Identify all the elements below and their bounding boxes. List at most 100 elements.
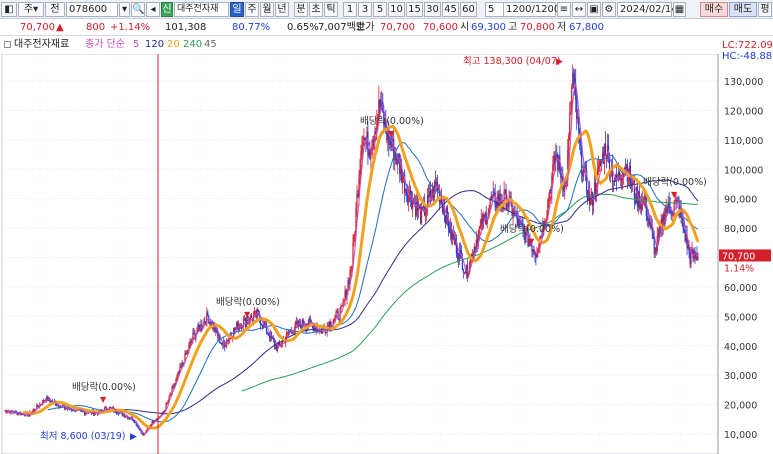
candle-body bbox=[93, 413, 96, 415]
candle-body bbox=[353, 235, 355, 243]
legend-ma45: 45 bbox=[204, 39, 217, 50]
candle-body bbox=[360, 151, 362, 170]
interval-30[interactable]: 30 bbox=[424, 2, 441, 17]
turnover-rate: 0.65% bbox=[287, 22, 319, 33]
candle-body bbox=[74, 411, 77, 413]
volume-ratio: 80.77% bbox=[232, 22, 271, 33]
y-tick-label: 10,000 bbox=[724, 430, 757, 441]
candle-body bbox=[552, 164, 554, 176]
volume: 101,308 bbox=[165, 22, 207, 33]
candle-body bbox=[456, 253, 458, 256]
candle-body bbox=[190, 341, 192, 343]
period-week[interactable]: 주 bbox=[245, 2, 259, 17]
candle-body bbox=[359, 169, 361, 179]
high-label: 고 bbox=[508, 22, 518, 33]
candle-body bbox=[379, 99, 381, 106]
dividend-annotation: 배당락(0.00%) bbox=[72, 381, 136, 393]
fit-icon[interactable]: ↔ bbox=[572, 2, 586, 17]
count-input[interactable]: 1200/1200 bbox=[503, 2, 560, 17]
candle-body bbox=[325, 332, 327, 334]
interval-5[interactable]: 5 bbox=[373, 2, 387, 17]
buy-button[interactable]: 매수 bbox=[700, 2, 728, 17]
period-second[interactable]: 초 bbox=[309, 2, 323, 17]
split-icon[interactable]: ≡ bbox=[557, 2, 571, 17]
period-year[interactable]: 년 bbox=[275, 2, 289, 17]
last-price-label: 70,700 bbox=[722, 251, 755, 262]
candle-body bbox=[627, 179, 630, 182]
candle-body bbox=[597, 166, 600, 170]
dividend-arrow-icon: ▼ bbox=[100, 395, 107, 404]
toolbar: ◧ 주▾ 전 078600 ▾ 🔍 ◂ 신 대주전자재 일 주 월 년 분 초 … bbox=[0, 0, 773, 19]
legend-ma20: 20 bbox=[167, 39, 180, 50]
candle-body bbox=[697, 256, 699, 260]
candle-body bbox=[364, 137, 366, 139]
y-tick-label: 80,000 bbox=[724, 224, 757, 235]
candle-body bbox=[488, 206, 490, 213]
candle-body bbox=[424, 211, 427, 216]
period-day[interactable]: 일 bbox=[230, 2, 244, 17]
candle-body bbox=[573, 72, 575, 78]
gear-icon[interactable]: ⚙ bbox=[602, 2, 616, 17]
candle-body bbox=[176, 375, 178, 379]
candle-body bbox=[536, 253, 538, 258]
interval-10[interactable]: 10 bbox=[388, 2, 405, 17]
interval-60[interactable]: 60 bbox=[460, 2, 477, 17]
candle-body bbox=[656, 235, 658, 252]
type-select[interactable]: 전 bbox=[45, 2, 65, 17]
legend-ma5: 5 bbox=[133, 39, 140, 50]
candle-body bbox=[267, 333, 270, 336]
current-price: 70,700 bbox=[20, 22, 55, 33]
stock-name: 대주전자재 bbox=[177, 4, 219, 14]
candle-body bbox=[408, 194, 410, 203]
y-tick-label: 50,000 bbox=[724, 312, 757, 323]
change-pct: +1.14% bbox=[110, 22, 151, 33]
candle-body bbox=[309, 318, 311, 321]
candle-body bbox=[167, 400, 169, 403]
candle-body bbox=[265, 323, 268, 333]
interval-1[interactable]: 1 bbox=[343, 2, 357, 17]
low-price: 67,800 bbox=[569, 22, 604, 33]
search-icon[interactable]: 🔍 bbox=[131, 2, 145, 17]
candle-body bbox=[28, 415, 30, 417]
candle-body bbox=[583, 168, 585, 177]
candle-body bbox=[683, 228, 685, 230]
candle-body bbox=[570, 112, 572, 115]
date-input[interactable]: 2024/02/14 bbox=[617, 2, 678, 17]
candle-body bbox=[266, 332, 269, 334]
code-input[interactable]: 078600 bbox=[66, 2, 118, 17]
avg-button[interactable]: 평 bbox=[758, 2, 772, 17]
candle-body bbox=[354, 231, 356, 236]
sell-button[interactable]: 매도 bbox=[729, 2, 757, 17]
open-label: 시 bbox=[460, 22, 470, 33]
candle-body bbox=[420, 207, 423, 223]
period-month[interactable]: 월 bbox=[260, 2, 274, 17]
candle-body bbox=[670, 212, 672, 215]
panel-toggle-icon[interactable]: ◧ bbox=[1, 2, 17, 17]
candle-body bbox=[580, 141, 582, 146]
period-tick[interactable]: 틱 bbox=[324, 2, 338, 17]
speaker-icon[interactable]: ◂ bbox=[146, 2, 160, 17]
candle-body bbox=[253, 311, 256, 316]
legend-ma240: 240 bbox=[183, 39, 203, 50]
dividend-arrow-icon: ▼ bbox=[528, 237, 535, 246]
code-dropdown-icon[interactable]: ▾ bbox=[119, 2, 130, 17]
interval-3[interactable]: 3 bbox=[358, 2, 372, 17]
legend-stock-title: 대주전자재료 bbox=[14, 39, 70, 50]
candle-body bbox=[402, 177, 404, 183]
interval-15[interactable]: 15 bbox=[406, 2, 423, 17]
candle-body bbox=[479, 226, 481, 229]
price-chart[interactable]: 10,00020,00030,00040,00050,00060,00070,0… bbox=[0, 54, 773, 454]
mode-select[interactable]: 주▾ bbox=[18, 2, 44, 17]
candle-body bbox=[658, 226, 660, 237]
candle-body bbox=[207, 312, 209, 317]
candle-body bbox=[462, 269, 464, 273]
dividend-annotation: 배당락(0.00%) bbox=[500, 223, 564, 235]
y-tick-label: 60,000 bbox=[724, 283, 757, 294]
interval-45[interactable]: 45 bbox=[442, 2, 459, 17]
dividend-annotation: 배당락(0.00%) bbox=[360, 115, 424, 127]
save-icon[interactable]: ▣ bbox=[587, 2, 601, 17]
period-minute[interactable]: 분 bbox=[294, 2, 308, 17]
candle-body bbox=[180, 366, 182, 368]
candle-body bbox=[204, 321, 206, 323]
calendar-icon[interactable]: ▦ bbox=[673, 2, 686, 17]
